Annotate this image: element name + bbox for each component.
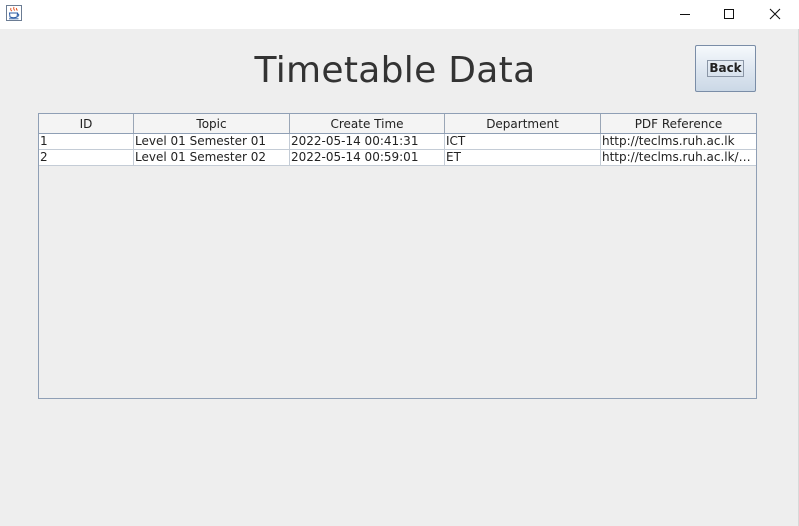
column-header-topic[interactable]: Topic	[134, 114, 290, 133]
table-header: ID Topic Create Time Department PDF Refe…	[39, 114, 756, 134]
title-bar	[0, 0, 799, 29]
page-title: Timetable Data	[254, 50, 536, 91]
cell-id[interactable]: 2	[39, 150, 134, 166]
cell-department[interactable]: ET	[445, 150, 601, 166]
back-button-label: Back	[707, 60, 744, 77]
minimize-icon	[679, 5, 691, 24]
minimize-button[interactable]	[662, 0, 708, 29]
cell-create-time[interactable]: 2022-05-14 00:41:31	[290, 134, 445, 150]
close-icon	[769, 5, 781, 24]
java-cup-icon	[6, 5, 22, 21]
timetable-table: ID Topic Create Time Department PDF Refe…	[38, 113, 757, 399]
cell-id[interactable]: 1	[39, 134, 134, 150]
cell-department[interactable]: ICT	[445, 134, 601, 150]
close-button[interactable]	[752, 0, 798, 29]
cell-pdf-reference[interactable]: http://teclms.ruh.ac.lk/moo...	[601, 150, 756, 166]
column-header-department[interactable]: Department	[445, 114, 601, 133]
table-row[interactable]: 2 Level 01 Semester 02 2022-05-14 00:59:…	[39, 150, 756, 166]
app-window: Timetable Data Back ID Topic Create Time…	[0, 0, 799, 526]
table-row[interactable]: 1 Level 01 Semester 01 2022-05-14 00:41:…	[39, 134, 756, 150]
column-header-create-time[interactable]: Create Time	[290, 114, 445, 133]
column-header-id[interactable]: ID	[39, 114, 134, 133]
column-header-pdf-reference[interactable]: PDF Reference	[601, 114, 756, 133]
maximize-button[interactable]	[706, 0, 752, 29]
cell-pdf-reference[interactable]: http://teclms.ruh.ac.lk	[601, 134, 756, 150]
back-button[interactable]: Back	[695, 45, 756, 92]
maximize-icon	[723, 5, 735, 24]
table-body: 1 Level 01 Semester 01 2022-05-14 00:41:…	[39, 134, 756, 166]
cell-topic[interactable]: Level 01 Semester 02	[134, 150, 290, 166]
cell-topic[interactable]: Level 01 Semester 01	[134, 134, 290, 150]
cell-create-time[interactable]: 2022-05-14 00:59:01	[290, 150, 445, 166]
